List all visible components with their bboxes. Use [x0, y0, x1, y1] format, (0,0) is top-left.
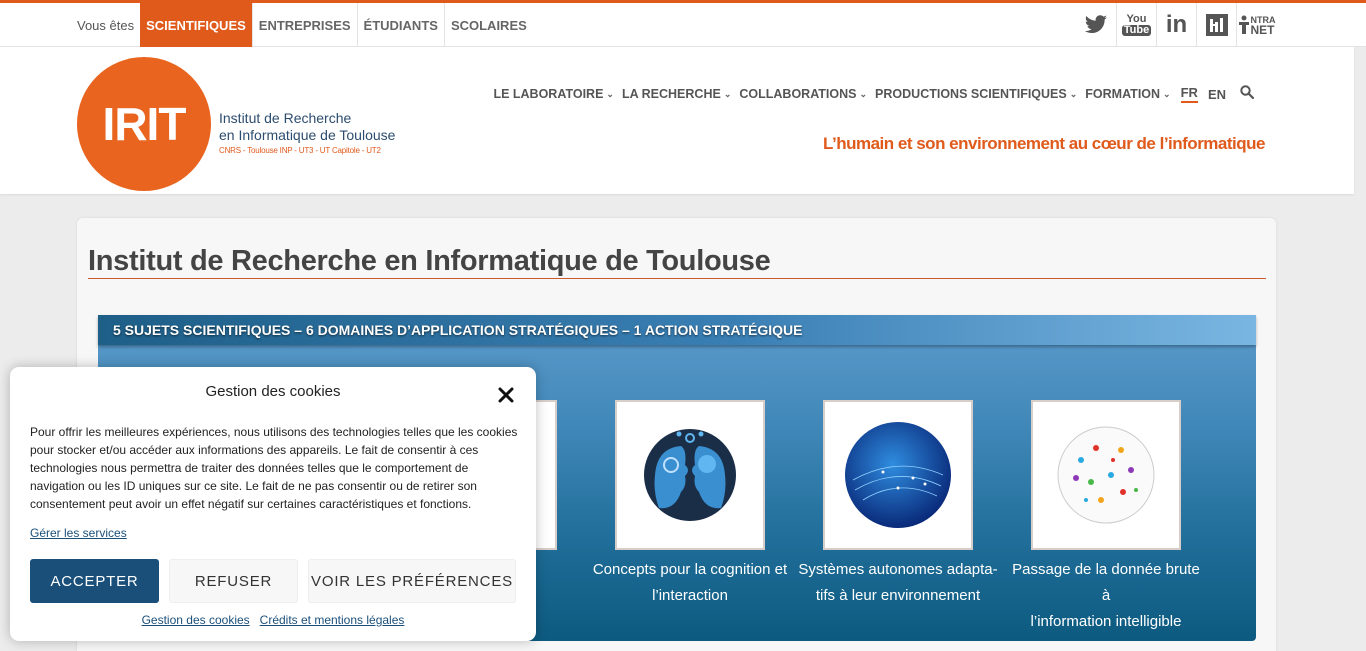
nav-productions-label: PRODUCTIONS SCIENTIFIQUES [875, 87, 1067, 101]
chevron-down-icon: ⌄ [723, 88, 732, 99]
credits-legal-link[interactable]: Crédits et mentions légales [260, 613, 405, 627]
linkedin-text: in [1165, 11, 1188, 38]
irit-logo[interactable]: IRIT [77, 57, 211, 191]
preferences-button[interactable]: VOIR LES PRÉFÉRENCES [308, 559, 516, 603]
nav-collaborations[interactable]: COLLABORATIONS ⌄ [739, 83, 867, 105]
institute-line2: en Informatique de Toulouse [219, 127, 396, 143]
nav-recherche[interactable]: LA RECHERCHE ⌄ [622, 83, 731, 105]
nav-laboratoire[interactable]: LE LABORATOIRE ⌄ [493, 83, 614, 105]
audience-scolaires[interactable]: SCOLAIRES [445, 3, 533, 47]
accept-button[interactable]: ACCEPTER [30, 559, 159, 603]
nav-formation-label: FORMATION [1085, 87, 1161, 101]
cookie-management-link[interactable]: Gestion des cookies [142, 613, 250, 627]
chevron-down-icon: ⌄ [1163, 88, 1171, 99]
logo-text: IRIT [102, 98, 187, 150]
audience-etudiants[interactable]: ÉTUDIANTS [358, 3, 445, 47]
topic-caption-autonomous-line1: Systèmes autonomes adapta- [798, 561, 998, 578]
lang-fr[interactable]: FR [1180, 85, 1198, 103]
data-to-information-image [1057, 426, 1155, 524]
manage-services-link[interactable]: Gérer les services [30, 526, 127, 540]
title-divider [88, 278, 1266, 279]
topic-caption-cognition-line2: l’interaction [652, 587, 728, 604]
nav-productions[interactable]: PRODUCTIONS SCIENTIFIQUES ⌄ [875, 83, 1077, 105]
refuse-button[interactable]: REFUSER [169, 559, 298, 603]
topic-tile-data[interactable] [1031, 400, 1181, 550]
institute-name: Institut de Recherche en Informatique de… [219, 110, 395, 157]
audience-scientifiques[interactable]: SCIENTIFIQUES [140, 3, 253, 47]
hal-icon[interactable] [1196, 3, 1236, 47]
tutelles: CNRS - Toulouse INP - UT3 - UT Capitole … [219, 146, 381, 155]
cognition-image [644, 429, 736, 521]
cookie-text: Pour offrir les meilleures expériences, … [30, 425, 518, 511]
you-are-label: Vous êtes [77, 17, 135, 33]
nav-recherche-label: LA RECHERCHE [621, 87, 721, 101]
topic-caption-data-line2: l’information intelligible [1030, 613, 1182, 630]
audience-selector: Vous êtes SCIENTIFIQUES ENTREPRISES ÉTUD… [77, 3, 533, 47]
chevron-down-icon: ⌄ [606, 88, 614, 99]
cookie-consent-dialog: Gestion des cookies Pour offrir les meil… [10, 367, 536, 641]
nav-collaborations-label: COLLABORATIONS [739, 87, 857, 101]
nav-laboratoire-label: LE LABORATOIRE [493, 87, 604, 101]
twitter-icon[interactable] [1076, 3, 1116, 47]
topic-caption-autonomous-line2: tifs à leur environnement [815, 587, 981, 604]
close-icon[interactable] [496, 383, 518, 405]
linkedin-icon[interactable]: in [1156, 3, 1196, 47]
topic-caption-data-line1: Passage de la donnée brute à [1012, 561, 1200, 604]
autonomous-systems-image [845, 422, 951, 528]
page-title: Institut de Recherche en Informatique de… [88, 245, 771, 277]
topic-tile-cognition[interactable] [615, 400, 765, 550]
search-icon[interactable] [1240, 84, 1255, 104]
youtube-icon[interactable]: You Tube [1116, 3, 1156, 47]
topic-caption-cognition-line1: Concepts pour la cognition et [592, 561, 788, 578]
chevron-down-icon: ⌄ [1069, 88, 1078, 99]
main-nav: LE LABORATOIRE ⌄ LA RECHERCHE ⌄ COLLABORAT… [485, 83, 1255, 105]
intranet-icon[interactable]: NTRA NET [1236, 3, 1276, 47]
youtube-text-bottom: Tube [1121, 24, 1152, 36]
site-header: IRIT Institut de Recherche en Informatiq… [0, 47, 1354, 194]
nav-formation[interactable]: FORMATION ⌄ [1085, 83, 1170, 105]
tagline: L’humain et son environnement au cœur de… [823, 134, 1265, 153]
top-bar: Vous êtes SCIENTIFIQUES ENTREPRISES ÉTUD… [0, 0, 1366, 47]
chevron-down-icon: ⌄ [859, 88, 868, 99]
topic-caption-autonomous: Systèmes autonomes adapta- tifs à leur e… [798, 557, 998, 609]
cookie-footer-links: Gestion des cookies Crédits et mentions … [10, 613, 536, 627]
lang-en[interactable]: EN [1208, 87, 1226, 102]
cookie-title: Gestion des cookies [205, 383, 341, 400]
topic-caption-cognition: Concepts pour la cognition et l’interact… [590, 557, 790, 609]
institute-line1: Institut de Recherche [219, 110, 352, 126]
topic-caption-data: Passage de la donnée brute à l’informati… [1006, 557, 1206, 635]
topic-tile-autonomous[interactable] [823, 400, 973, 550]
banner-title: 5 SUJETS SCIENTIFIQUES – 6 DOMAINES D’AP… [98, 315, 1256, 345]
intranet-text-bottom: NET [1250, 23, 1275, 37]
audience-entreprises[interactable]: ENTREPRISES [253, 3, 358, 47]
social-links: You Tube in NTRA NET [1076, 3, 1276, 47]
